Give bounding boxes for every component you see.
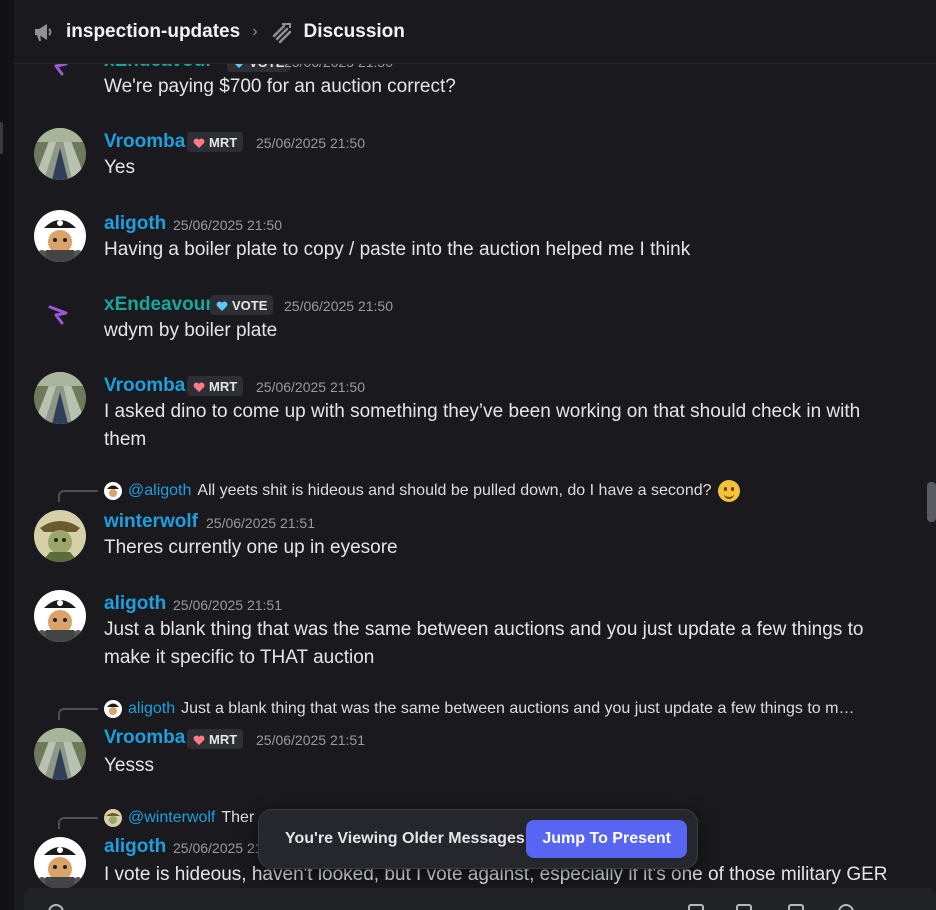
timestamp: 25/06/2025 21:51 [173, 597, 282, 613]
role-badge[interactable]: MRT [187, 729, 244, 749]
badge-label: MRT [209, 731, 238, 747]
badge-label: MRT [209, 378, 238, 394]
emoji-icon[interactable] [838, 904, 854, 910]
timestamp: 25/06/2025 21:51 [206, 515, 315, 531]
channel-header: inspection-updates › Discussion [14, 0, 936, 64]
author-name[interactable]: aligoth [104, 593, 166, 615]
author-name[interactable]: Vroomba [104, 375, 185, 397]
avatar[interactable] [34, 728, 86, 780]
reply-avatar [104, 700, 122, 718]
reply-avatar [104, 482, 122, 500]
gif-icon[interactable] [736, 904, 752, 910]
heart-icon [216, 300, 228, 311]
thread-icon [270, 20, 294, 44]
badge-label: VOTE [232, 297, 268, 313]
reply-connector [58, 490, 98, 502]
message-composer[interactable] [24, 888, 936, 910]
reply-text: All yeets shit is hideous and should be … [197, 482, 712, 499]
server-sidebar-edge [0, 0, 14, 910]
jump-to-present-button[interactable]: Jump To Present [526, 820, 687, 858]
author-name[interactable]: xEndeavour [104, 294, 213, 316]
avatar[interactable] [34, 510, 86, 562]
reply-connector [58, 708, 98, 720]
timestamp: 25/06/2025 21:50 [173, 217, 282, 233]
message-text: Yesss [104, 755, 154, 776]
gift-icon[interactable] [688, 904, 704, 910]
avatar[interactable] [34, 837, 86, 889]
heart-icon [193, 381, 205, 392]
avatar[interactable] [34, 210, 86, 262]
author-name[interactable]: aligoth [104, 836, 166, 858]
avatar[interactable] [34, 372, 86, 424]
avatar[interactable] [42, 297, 78, 333]
reply-author[interactable]: aligoth [128, 700, 175, 718]
avatar[interactable] [34, 128, 86, 180]
reply-avatar [104, 809, 122, 827]
avatar[interactable] [34, 590, 86, 642]
scrollbar-thumb[interactable] [927, 482, 936, 522]
message-text: Having a boiler plate to copy / paste in… [104, 239, 691, 260]
badge-label: MRT [209, 134, 238, 150]
author-name[interactable]: aligoth [104, 213, 166, 235]
heart-icon [193, 734, 205, 745]
timestamp: 25/06/2025 21:51 [256, 732, 365, 748]
message-text: Yes [104, 157, 135, 178]
reply-preview[interactable]: @winterwolf Ther [104, 807, 254, 829]
reply-author[interactable]: @aligoth [128, 482, 191, 500]
author-name[interactable]: Vroomba [104, 727, 185, 749]
reply-preview[interactable]: aligoth Just a blank thing that was the … [104, 698, 854, 720]
message-list[interactable]: xEndeavour VOTE 25/06/2025 21:50 We're p… [14, 0, 936, 910]
message-text: I asked dino to come up with something t… [104, 401, 861, 450]
timestamp: 25/06/2025 21:50 [256, 379, 365, 395]
reply-text: Just a blank thing that was the same bet… [181, 700, 855, 717]
reply-connector [58, 817, 98, 829]
announcement-channel-icon [32, 20, 56, 44]
sidebar-indicator [0, 122, 3, 154]
reply-preview[interactable]: @aligoth All yeets shit is hideous and s… [104, 480, 740, 502]
message-text: Just a blank thing that was the same bet… [104, 619, 864, 668]
author-name[interactable]: Vroomba [104, 131, 185, 153]
timestamp: 25/06/2025 21:50 [256, 135, 365, 151]
timestamp: 25/06/2025 21:50 [284, 298, 393, 314]
slightly-smiling-face-icon [717, 480, 740, 502]
role-badge[interactable]: MRT [187, 376, 244, 396]
message-text: Theres currently one up in eyesore [104, 537, 398, 558]
heart-icon [193, 137, 205, 148]
thread-name[interactable]: Discussion [304, 21, 405, 43]
older-messages-label: You're Viewing Older Messages [285, 830, 525, 847]
author-name[interactable]: winterwolf [104, 511, 198, 533]
reply-author[interactable]: @winterwolf [128, 809, 215, 827]
older-messages-bar: You're Viewing Older Messages Jump To Pr… [258, 809, 698, 869]
channel-name[interactable]: inspection-updates [66, 21, 240, 43]
reply-text: Ther [221, 809, 255, 826]
role-badge[interactable]: VOTE [210, 295, 274, 315]
message-text: We're paying $700 for an auction correct… [104, 76, 456, 97]
message-text: wdym by boiler plate [104, 320, 278, 341]
breadcrumb-separator: › [252, 22, 258, 40]
add-attachment-icon[interactable] [48, 904, 64, 910]
sticker-icon[interactable] [788, 904, 804, 910]
role-badge[interactable]: MRT [187, 132, 244, 152]
